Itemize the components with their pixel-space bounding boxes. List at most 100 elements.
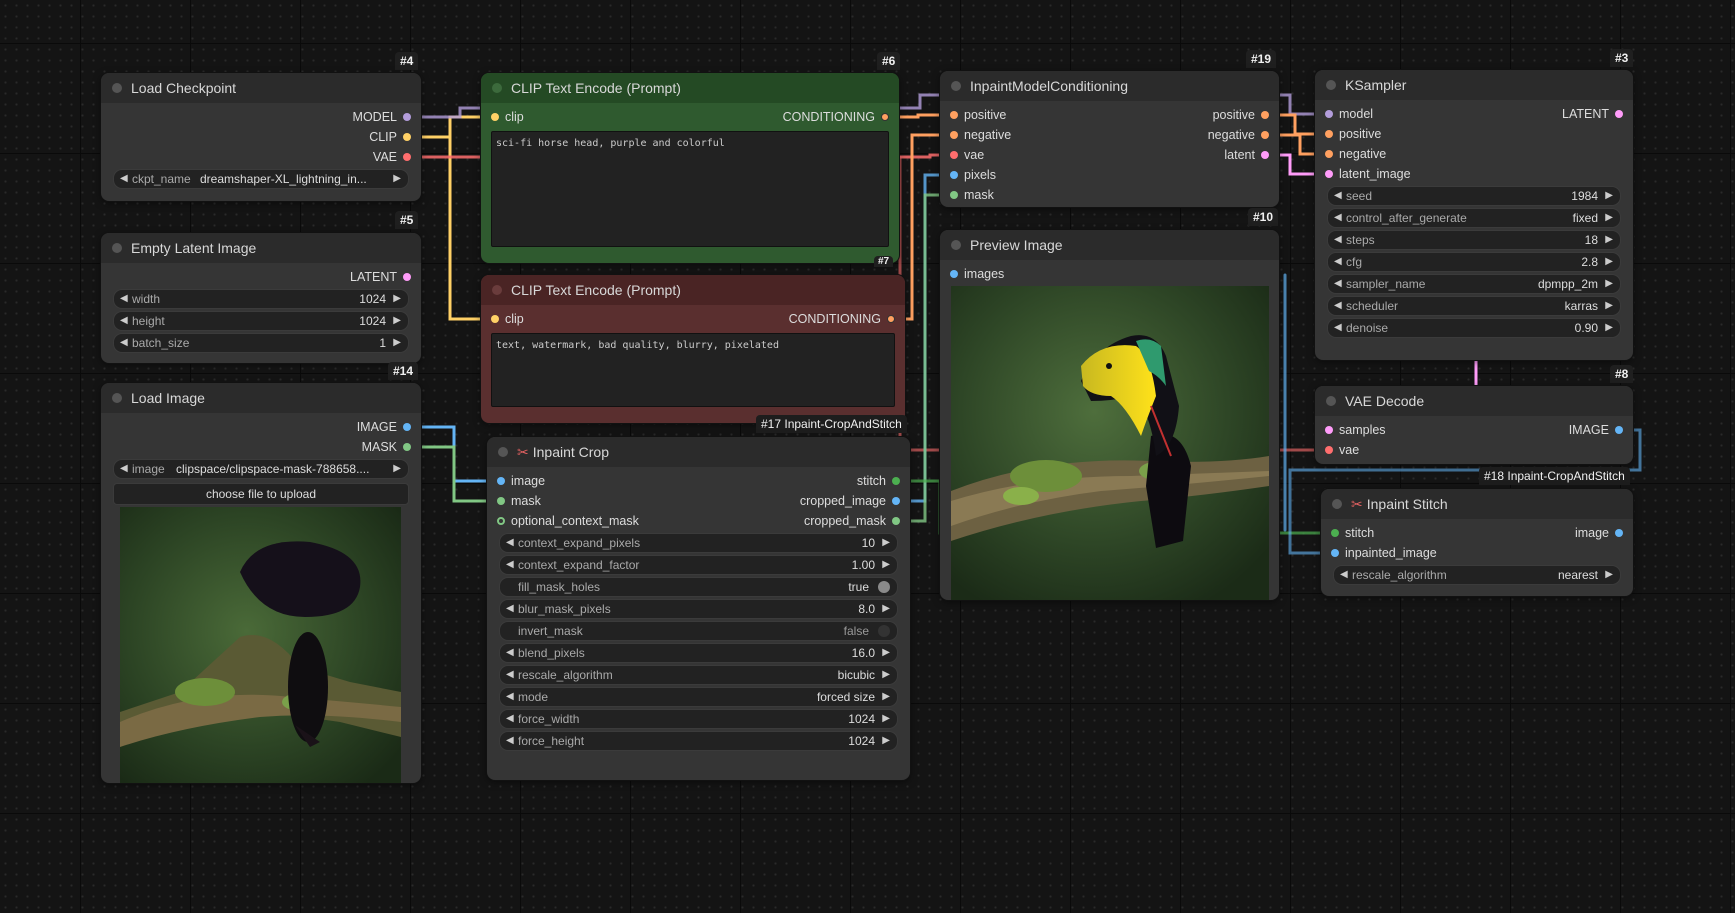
clip-text-encode-negative-node[interactable]: CLIP Text Encode (Prompt) clip CONDITION… [481, 275, 905, 423]
height-widget[interactable]: ◀ height 1024 ▶ [113, 311, 409, 331]
node-title[interactable]: VAE Decode [1315, 386, 1633, 416]
pixels-input[interactable]: pixels [950, 167, 996, 183]
arrow-left-icon[interactable]: ◀ [506, 666, 514, 684]
collapse-icon[interactable] [951, 240, 961, 250]
node-title[interactable]: ✂ Inpaint Stitch [1321, 489, 1633, 519]
load-checkpoint-node[interactable]: Load Checkpoint MODEL CLIP VAE ◀ ckpt_na… [101, 73, 421, 201]
slot-dot-icon[interactable] [1261, 151, 1269, 159]
steps-widget[interactable]: ◀ steps 18 ▶ [1327, 230, 1621, 250]
arrow-right-icon[interactable]: ▶ [393, 312, 401, 330]
arrow-left-icon[interactable]: ◀ [1334, 297, 1342, 315]
node-title[interactable]: KSampler [1315, 70, 1633, 100]
negative-output[interactable]: negative [1208, 127, 1269, 143]
vae-input[interactable]: vae [1325, 442, 1359, 458]
arrow-right-icon[interactable]: ▶ [1605, 253, 1613, 271]
vae-decode-node[interactable]: VAE Decode samples IMAGE vae [1315, 386, 1633, 464]
arrow-left-icon[interactable]: ◀ [506, 534, 514, 552]
mode-widget[interactable]: ◀ mode forced size ▶ [499, 687, 898, 707]
batch-size-widget[interactable]: ◀ batch_size 1 ▶ [113, 333, 409, 353]
clip-input[interactable]: clip [491, 109, 524, 125]
arrow-left-icon[interactable]: ◀ [506, 710, 514, 728]
node-title[interactable]: ✂ Inpaint Crop [487, 437, 910, 467]
seed-widget[interactable]: ◀ seed 1984 ▶ [1327, 186, 1621, 206]
positive-output[interactable]: positive [1213, 107, 1269, 123]
collapse-icon[interactable] [492, 83, 502, 93]
arrow-left-icon[interactable]: ◀ [120, 290, 128, 308]
arrow-right-icon[interactable]: ▶ [393, 334, 401, 352]
conditioning-output[interactable]: CONDITIONING [783, 109, 889, 125]
inpainted-image-input[interactable]: inpainted_image [1331, 545, 1437, 561]
negative-input[interactable]: negative [1325, 146, 1386, 162]
image-output[interactable]: IMAGE [357, 419, 411, 435]
positive-input[interactable]: positive [950, 107, 1006, 123]
images-input[interactable]: images [950, 266, 1004, 282]
arrow-left-icon[interactable]: ◀ [506, 600, 514, 618]
slot-dot-icon[interactable] [1615, 426, 1623, 434]
latent-output[interactable]: LATENT [1562, 106, 1623, 122]
latent-output[interactable]: LATENT [350, 269, 411, 285]
prompt-textarea[interactable]: sci-fi horse head, purple and colorful [491, 131, 889, 247]
arrow-right-icon[interactable]: ▶ [882, 688, 890, 706]
node-title[interactable]: CLIP Text Encode (Prompt) [481, 73, 899, 103]
slot-dot-icon[interactable] [491, 113, 499, 121]
slot-dot-icon[interactable] [892, 517, 900, 525]
collapse-icon[interactable] [1326, 396, 1336, 406]
slot-dot-icon[interactable] [892, 477, 900, 485]
arrow-right-icon[interactable]: ▶ [882, 732, 890, 750]
slot-dot-icon[interactable] [403, 113, 411, 121]
slot-dot-icon[interactable] [497, 477, 505, 485]
arrow-right-icon[interactable]: ▶ [882, 556, 890, 574]
collapse-icon[interactable] [492, 285, 502, 295]
slot-dot-icon[interactable] [403, 153, 411, 161]
model-input[interactable]: model [1325, 106, 1373, 122]
vae-input[interactable]: vae [950, 147, 984, 163]
arrow-right-icon[interactable]: ▶ [393, 460, 401, 478]
slot-dot-icon[interactable] [1261, 111, 1269, 119]
collapse-icon[interactable] [951, 81, 961, 91]
slot-dot-icon[interactable] [892, 497, 900, 505]
arrow-right-icon[interactable]: ▶ [1605, 566, 1613, 584]
slot-dot-icon[interactable] [881, 113, 889, 121]
arrow-right-icon[interactable]: ▶ [1605, 187, 1613, 205]
arrow-left-icon[interactable]: ◀ [120, 334, 128, 352]
arrow-left-icon[interactable]: ◀ [1334, 253, 1342, 271]
image-input[interactable]: image [497, 473, 545, 489]
clip-text-encode-positive-node[interactable]: CLIP Text Encode (Prompt) clip CONDITION… [481, 73, 899, 263]
mask-input[interactable]: mask [950, 187, 994, 203]
arrow-right-icon[interactable]: ▶ [882, 600, 890, 618]
inpaint-crop-node[interactable]: ✂ Inpaint Crop image stitch mask cropped_… [487, 437, 910, 780]
positive-input[interactable]: positive [1325, 126, 1381, 142]
conditioning-output[interactable]: CONDITIONING [789, 311, 895, 327]
clip-input[interactable]: clip [491, 311, 524, 327]
node-title[interactable]: CLIP Text Encode (Prompt) [481, 275, 905, 305]
slot-dot-icon[interactable] [403, 273, 411, 281]
slot-dot-icon[interactable] [403, 443, 411, 451]
context-expand-factor-widget[interactable]: ◀ context_expand_factor 1.00 ▶ [499, 555, 898, 575]
model-output[interactable]: MODEL [353, 109, 411, 125]
arrow-left-icon[interactable]: ◀ [1334, 187, 1342, 205]
image-output[interactable]: IMAGE [1569, 422, 1623, 438]
image-output[interactable]: image [1575, 525, 1623, 541]
arrow-right-icon[interactable]: ▶ [393, 170, 401, 188]
latent-image-input[interactable]: latent_image [1325, 166, 1411, 182]
arrow-left-icon[interactable]: ◀ [120, 460, 128, 478]
inpaint-stitch-node[interactable]: ✂ Inpaint Stitch stitch image inpainted_i… [1321, 489, 1633, 596]
collapse-icon[interactable] [112, 393, 122, 403]
node-title[interactable]: Load Image [101, 383, 421, 413]
slot-dot-icon[interactable] [1325, 426, 1333, 434]
upload-button[interactable]: choose file to upload [113, 483, 409, 505]
sampler-name-widget[interactable]: ◀ sampler_name dpmpp_2m ▶ [1327, 274, 1621, 294]
scheduler-widget[interactable]: ◀ scheduler karras ▶ [1327, 296, 1621, 316]
collapse-icon[interactable] [112, 243, 122, 253]
cropped-image-output[interactable]: cropped_image [800, 493, 900, 509]
node-title[interactable]: InpaintModelConditioning [940, 71, 1279, 101]
load-image-node[interactable]: Load Image IMAGE MASK ◀ image clipspace/… [101, 383, 421, 783]
node-title[interactable]: Preview Image [940, 230, 1279, 260]
width-widget[interactable]: ◀ width 1024 ▶ [113, 289, 409, 309]
slot-dot-icon[interactable] [1325, 170, 1333, 178]
force-width-widget[interactable]: ◀ force_width 1024 ▶ [499, 709, 898, 729]
negative-input[interactable]: negative [950, 127, 1011, 143]
arrow-left-icon[interactable]: ◀ [1334, 275, 1342, 293]
force-height-widget[interactable]: ◀ force_height 1024 ▶ [499, 731, 898, 751]
arrow-right-icon[interactable]: ▶ [882, 710, 890, 728]
